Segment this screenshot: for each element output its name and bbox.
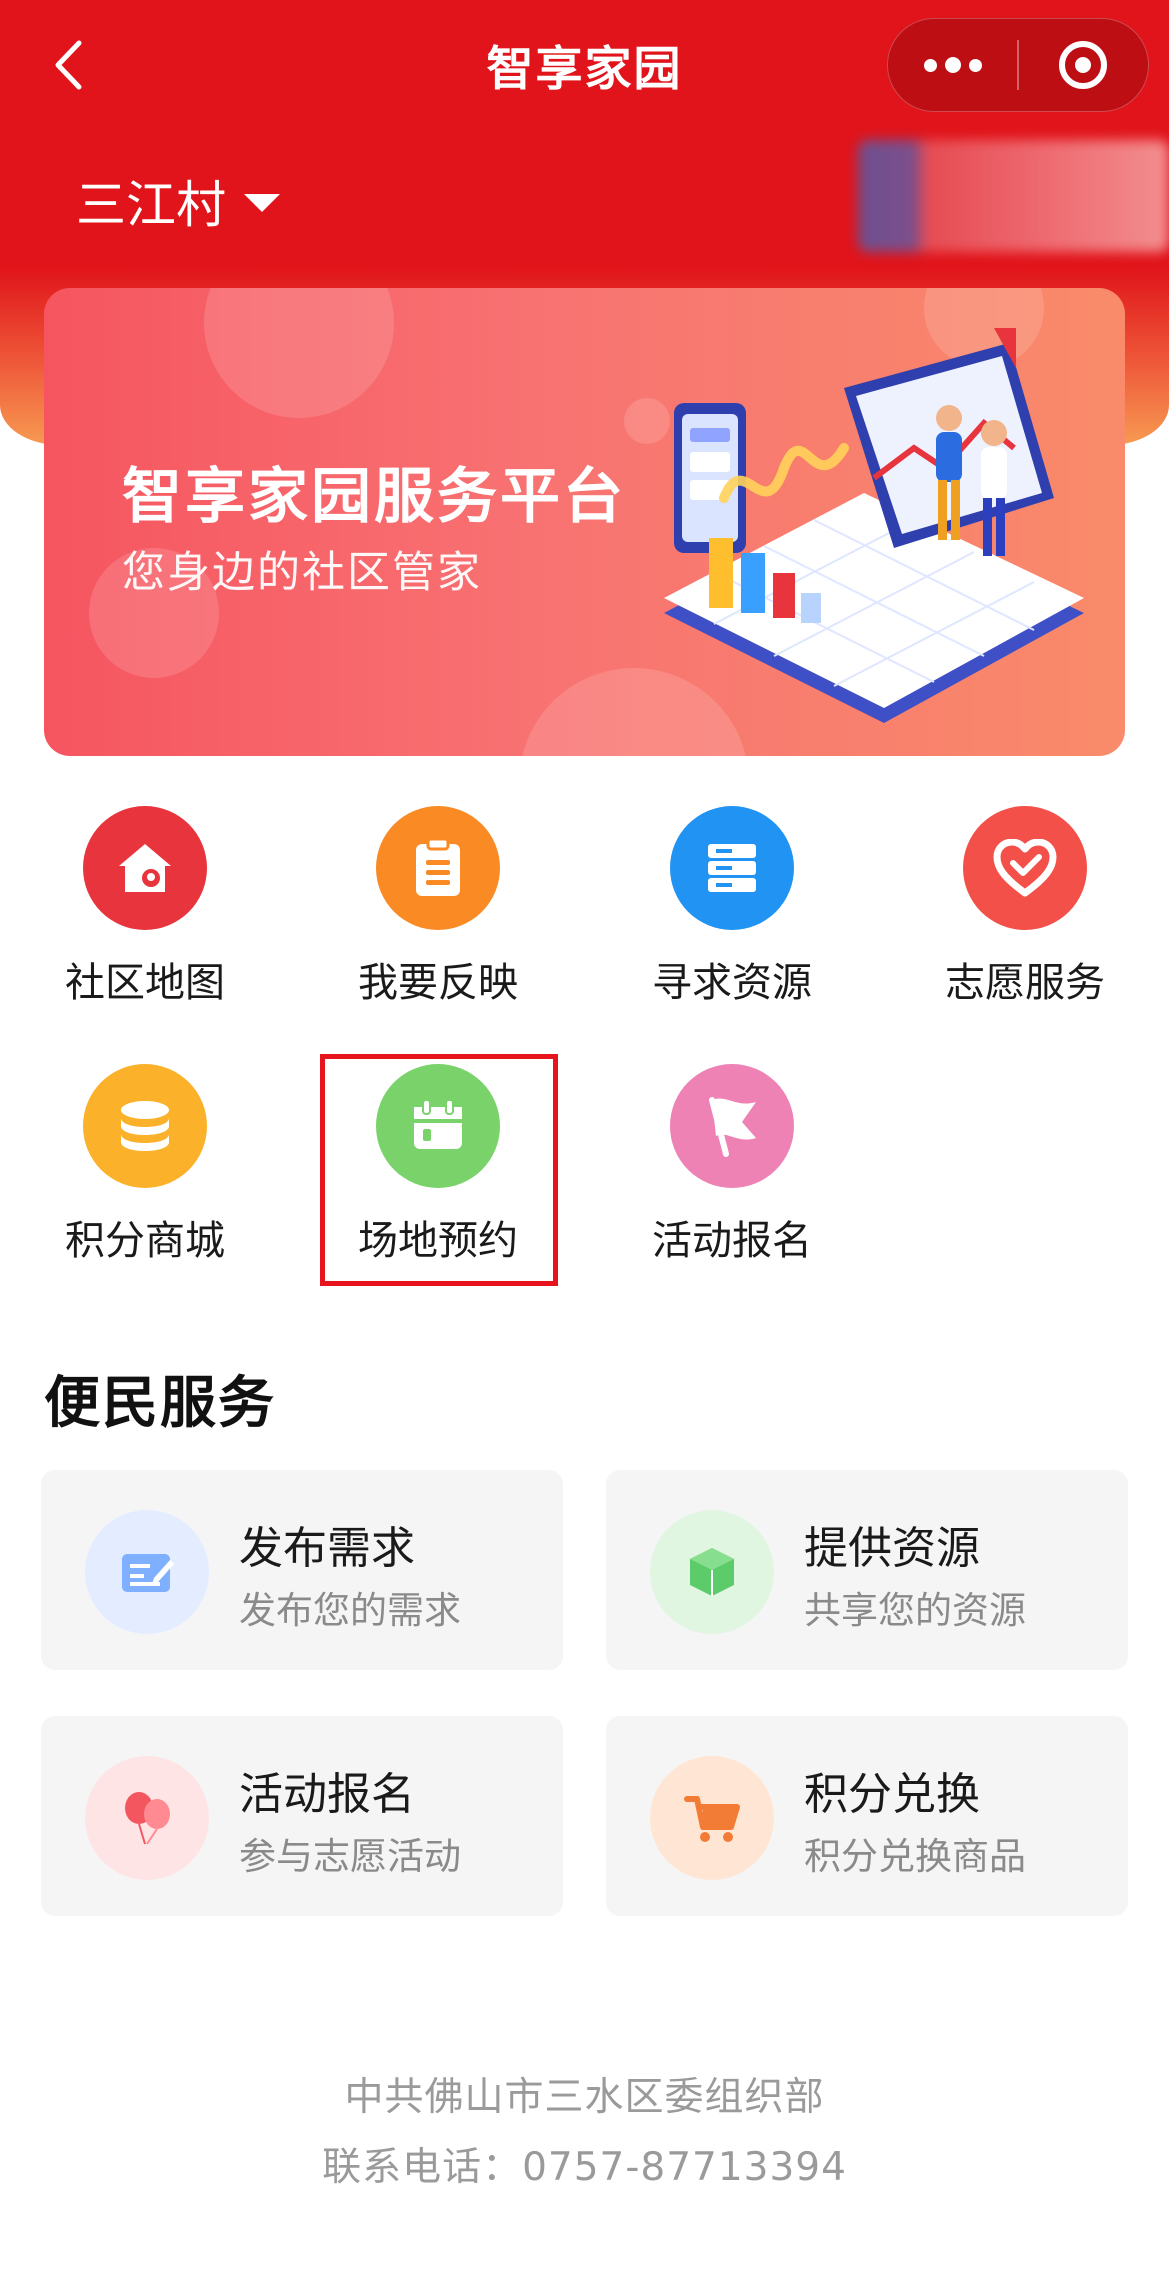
edit-form-icon bbox=[85, 1510, 209, 1634]
footer-org: 中共佛山市三水区委组织部 bbox=[344, 2075, 825, 2120]
card-subtitle: 参与志愿活动 bbox=[239, 1835, 461, 1878]
card-title: 发布需求 bbox=[239, 1523, 415, 1574]
card-provide-resources[interactable]: 提供资源 共享您的资源 bbox=[606, 1470, 1128, 1670]
section-title: 便民服务 bbox=[44, 1371, 276, 1436]
server-stack-icon bbox=[670, 806, 794, 930]
card-activity-signup[interactable]: 活动报名 参与志愿活动 bbox=[41, 1716, 563, 1916]
more-button[interactable] bbox=[888, 19, 1017, 111]
village-name: 三江村 bbox=[76, 176, 226, 234]
flag-icon bbox=[670, 1064, 794, 1188]
heart-check-icon bbox=[963, 806, 1087, 930]
banner-subtitle: 您身边的社区管家 bbox=[122, 548, 482, 598]
card-publish-demand[interactable]: 发布需求 发布您的需求 bbox=[41, 1470, 563, 1670]
grid-item-feedback[interactable]: 我要反映 bbox=[318, 806, 558, 1016]
grid-item-seek-resources[interactable]: 寻求资源 bbox=[612, 806, 852, 1016]
clipboard-icon bbox=[376, 806, 500, 930]
target-icon bbox=[1059, 41, 1108, 89]
grid-label: 志愿服务 bbox=[945, 960, 1105, 1006]
banner[interactable]: 智享家园服务平台 您身边的社区管家 bbox=[44, 288, 1125, 756]
caret-down-icon bbox=[244, 194, 280, 212]
house-location-icon bbox=[83, 806, 207, 930]
dashboard-illustration-icon bbox=[664, 328, 1084, 723]
card-subtitle: 共享您的资源 bbox=[804, 1589, 1026, 1632]
blurred-region bbox=[858, 140, 1169, 252]
highlight-box bbox=[320, 1054, 558, 1286]
card-title: 积分兑换 bbox=[804, 1769, 980, 1820]
card-points-exchange[interactable]: 积分兑换 积分兑换商品 bbox=[606, 1716, 1128, 1916]
card-subtitle: 积分兑换商品 bbox=[804, 1835, 1026, 1878]
cart-icon bbox=[650, 1756, 774, 1880]
card-subtitle: 发布您的需求 bbox=[239, 1589, 461, 1632]
card-title: 活动报名 bbox=[239, 1769, 415, 1820]
grid-label: 寻求资源 bbox=[652, 960, 812, 1006]
cube-icon bbox=[650, 1510, 774, 1634]
grid-label: 我要反映 bbox=[358, 960, 518, 1006]
grid-label: 活动报名 bbox=[652, 1218, 812, 1264]
card-title: 提供资源 bbox=[804, 1523, 980, 1574]
grid-item-points-mall[interactable]: 积分商城 bbox=[25, 1064, 265, 1274]
coin-stack-icon bbox=[83, 1064, 207, 1188]
close-miniprogram-button[interactable] bbox=[1019, 19, 1148, 111]
miniprogram-capsule bbox=[887, 18, 1149, 112]
footer-contact: 联系电话：0757-87713394 bbox=[322, 2145, 847, 2190]
grid-item-community-map[interactable]: 社区地图 bbox=[25, 806, 265, 1016]
grid-label: 积分商城 bbox=[65, 1218, 225, 1264]
more-dots-icon bbox=[920, 57, 986, 73]
grid-item-activity-signup[interactable]: 活动报名 bbox=[612, 1064, 852, 1274]
grid-label: 社区地图 bbox=[65, 960, 225, 1006]
village-selector[interactable]: 三江村 bbox=[76, 165, 280, 237]
balloons-icon bbox=[85, 1756, 209, 1880]
banner-title: 智享家园服务平台 bbox=[122, 462, 626, 532]
grid-item-volunteer[interactable]: 志愿服务 bbox=[905, 806, 1145, 1016]
